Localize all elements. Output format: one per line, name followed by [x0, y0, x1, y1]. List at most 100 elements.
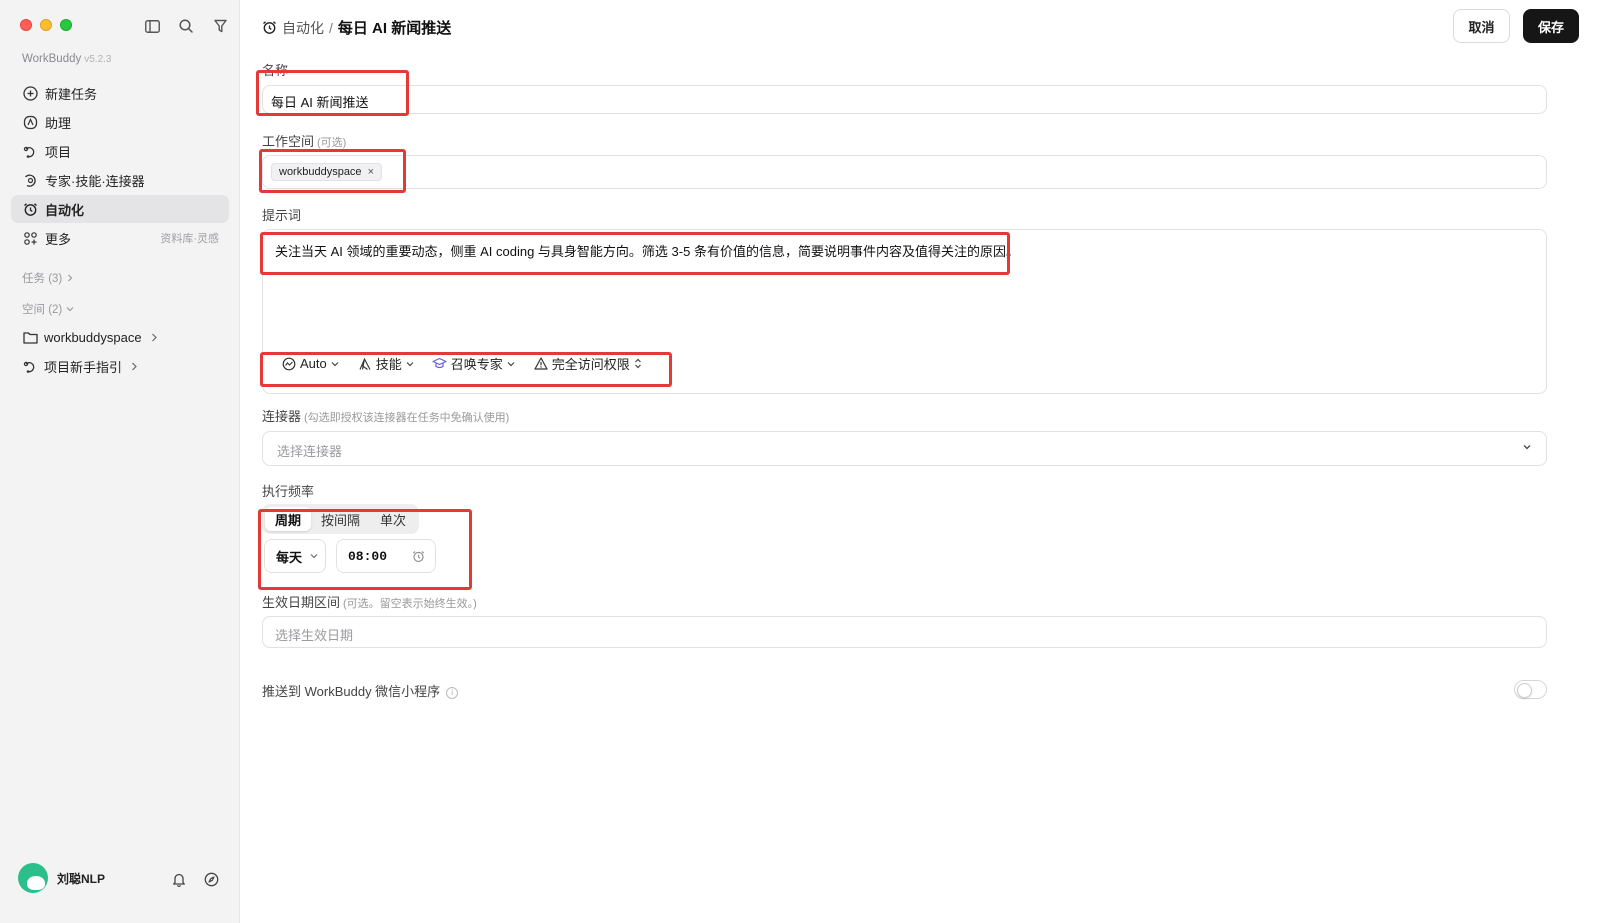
space-item-workbuddyspace[interactable]: workbuddyspace	[22, 325, 158, 349]
space-item-label: 项目新手指引	[44, 359, 123, 375]
tasks-section-label: 任务 (3)	[22, 273, 63, 285]
assistant-icon	[22, 114, 38, 130]
alarm-icon	[262, 20, 278, 36]
expert-selector[interactable]: 召唤专家	[432, 354, 515, 373]
access-selector[interactable]: 完全访问权限	[533, 354, 642, 373]
expert-icon	[22, 172, 38, 188]
sidebar-item-experts[interactable]: 专家·技能·连接器	[11, 166, 229, 194]
space-item-guide[interactable]: 项目新手指引	[22, 354, 138, 378]
search-icon[interactable]	[176, 16, 196, 36]
chevron-right-icon	[68, 274, 73, 282]
plus-circle-icon	[22, 85, 38, 101]
connector-select[interactable]: 选择连接器	[262, 431, 1547, 466]
workspace-optional: (可选)	[317, 137, 347, 149]
info-icon[interactable]: i	[446, 686, 459, 699]
sidebar-item-hint: 资料库·灵感	[160, 233, 219, 245]
app-title: WorkBuddy	[22, 53, 82, 65]
main-content: 自动化 / 每日 AI 新闻推送 取消 保存 名称 每日 AI 新闻推送 工作空…	[240, 0, 1600, 923]
maximize-window-button[interactable]	[60, 19, 72, 31]
avatar	[18, 863, 48, 893]
connector-placeholder: 选择连接器	[277, 444, 343, 459]
workspace-chip-label: workbuddyspace	[279, 166, 362, 178]
close-icon[interactable]: ×	[368, 166, 374, 178]
name-field[interactable]: 每日 AI 新闻推送	[262, 85, 1547, 114]
sidebar-toggle-icon[interactable]	[142, 16, 162, 36]
page-title: 每日 AI 新闻推送	[337, 20, 452, 37]
time-input-value: 08:00	[348, 548, 388, 564]
prompt-field[interactable]: 关注当天 AI 领域的重要动态，侧重 AI coding 与具身智能方向。筛选 …	[262, 229, 1547, 394]
date-range-placeholder: 选择生效日期	[275, 628, 354, 643]
sidebar-item-automation[interactable]: 自动化	[11, 195, 229, 223]
sidebar-tools	[142, 16, 230, 36]
app-version: v5.2.3	[84, 54, 112, 65]
alarm-icon	[412, 551, 425, 563]
connector-note: (勾选即授权该连接器在任务中免确认使用)	[304, 412, 510, 424]
chevron-updown-icon	[634, 358, 641, 369]
skills-selector[interactable]: 技能	[357, 354, 414, 373]
sidebar-item-label: 更多	[45, 231, 72, 247]
date-range-label: 生效日期区间 (可选。留空表示始终生效。)	[262, 592, 477, 611]
chevron-right-icon	[151, 333, 157, 341]
skills-icon	[357, 356, 373, 372]
window-controls	[20, 19, 72, 31]
folder-icon	[22, 329, 38, 345]
spaces-section-header[interactable]: 空间 (2)	[22, 301, 74, 317]
connector-label: 连接器 (勾选即授权该连接器在任务中免确认使用)	[262, 406, 509, 425]
sidebar-item-project[interactable]: 项目	[11, 137, 229, 165]
project-icon	[22, 358, 38, 374]
close-window-button[interactable]	[20, 19, 32, 31]
date-range-label-text: 生效日期区间	[262, 595, 341, 610]
skills-selector-label: 技能	[375, 357, 402, 372]
model-icon	[281, 356, 297, 372]
connector-label-text: 连接器	[262, 409, 302, 424]
push-toggle[interactable]	[1514, 680, 1547, 699]
access-selector-label: 完全访问权限	[551, 357, 630, 372]
frequency-label-text: 执行频率	[262, 484, 315, 499]
tab-periodic[interactable]: 周期	[265, 507, 312, 531]
compass-icon[interactable]	[202, 870, 220, 888]
bell-icon[interactable]	[170, 870, 188, 888]
breadcrumb-separator: /	[329, 19, 333, 36]
prompt-label: 提示词	[262, 205, 301, 224]
period-select[interactable]: 每天	[264, 539, 326, 573]
filter-icon[interactable]	[210, 16, 230, 36]
warning-icon	[533, 356, 549, 372]
tab-once[interactable]: 单次	[370, 507, 416, 531]
sidebar: WorkBuddy v5.2.3 新建任务 助理 项目 专家·技能·连接器 自动化…	[0, 0, 240, 923]
date-range-note: (可选。留空表示始终生效。)	[343, 598, 477, 610]
minimize-window-button[interactable]	[40, 19, 52, 31]
breadcrumb-parent[interactable]: 自动化	[282, 18, 324, 38]
time-input[interactable]: 08:00	[336, 539, 436, 573]
space-item-label: workbuddyspace	[44, 329, 142, 345]
chevron-down-icon	[507, 361, 515, 366]
breadcrumb: 自动化 / 每日 AI 新闻推送	[262, 17, 451, 38]
prompt-label-text: 提示词	[262, 208, 302, 223]
name-field-value: 每日 AI 新闻推送	[271, 95, 369, 110]
name-label: 名称	[262, 60, 288, 79]
name-label-text: 名称	[262, 63, 289, 78]
save-button[interactable]: 保存	[1523, 9, 1579, 43]
sidebar-nav: 新建任务 助理 项目 专家·技能·连接器 自动化 更多 资料库·灵感	[11, 79, 229, 253]
project-icon	[22, 143, 38, 159]
chevron-down-icon	[66, 307, 74, 312]
sidebar-item-label: 项目	[45, 144, 72, 160]
sidebar-item-assistant[interactable]: 助理	[11, 108, 229, 136]
sidebar-item-more[interactable]: 更多 资料库·灵感	[11, 224, 229, 252]
tab-interval[interactable]: 按间隔	[311, 507, 370, 531]
user-tools	[170, 870, 220, 888]
model-selector[interactable]: Auto	[281, 356, 339, 372]
user-profile[interactable]: 刘聪NLP	[18, 863, 105, 893]
date-range-input[interactable]: 选择生效日期	[262, 616, 1547, 648]
sidebar-item-new-task[interactable]: 新建任务	[11, 79, 229, 107]
expert-selector-label: 召唤专家	[450, 357, 503, 372]
sidebar-item-label: 专家·技能·连接器	[45, 173, 145, 189]
chevron-down-icon	[310, 554, 318, 559]
app-name: WorkBuddy v5.2.3	[22, 53, 111, 65]
spaces-section-label: 空间 (2)	[22, 304, 63, 316]
frequency-tabs: 周期 按间隔 单次	[262, 504, 420, 534]
tasks-section-header[interactable]: 任务 (3)	[22, 270, 74, 286]
workspace-field[interactable]: workbuddyspace ×	[262, 155, 1547, 189]
sidebar-item-label: 新建任务	[45, 86, 98, 102]
cancel-button[interactable]: 取消	[1453, 9, 1510, 43]
graduation-cap-icon	[432, 356, 448, 372]
